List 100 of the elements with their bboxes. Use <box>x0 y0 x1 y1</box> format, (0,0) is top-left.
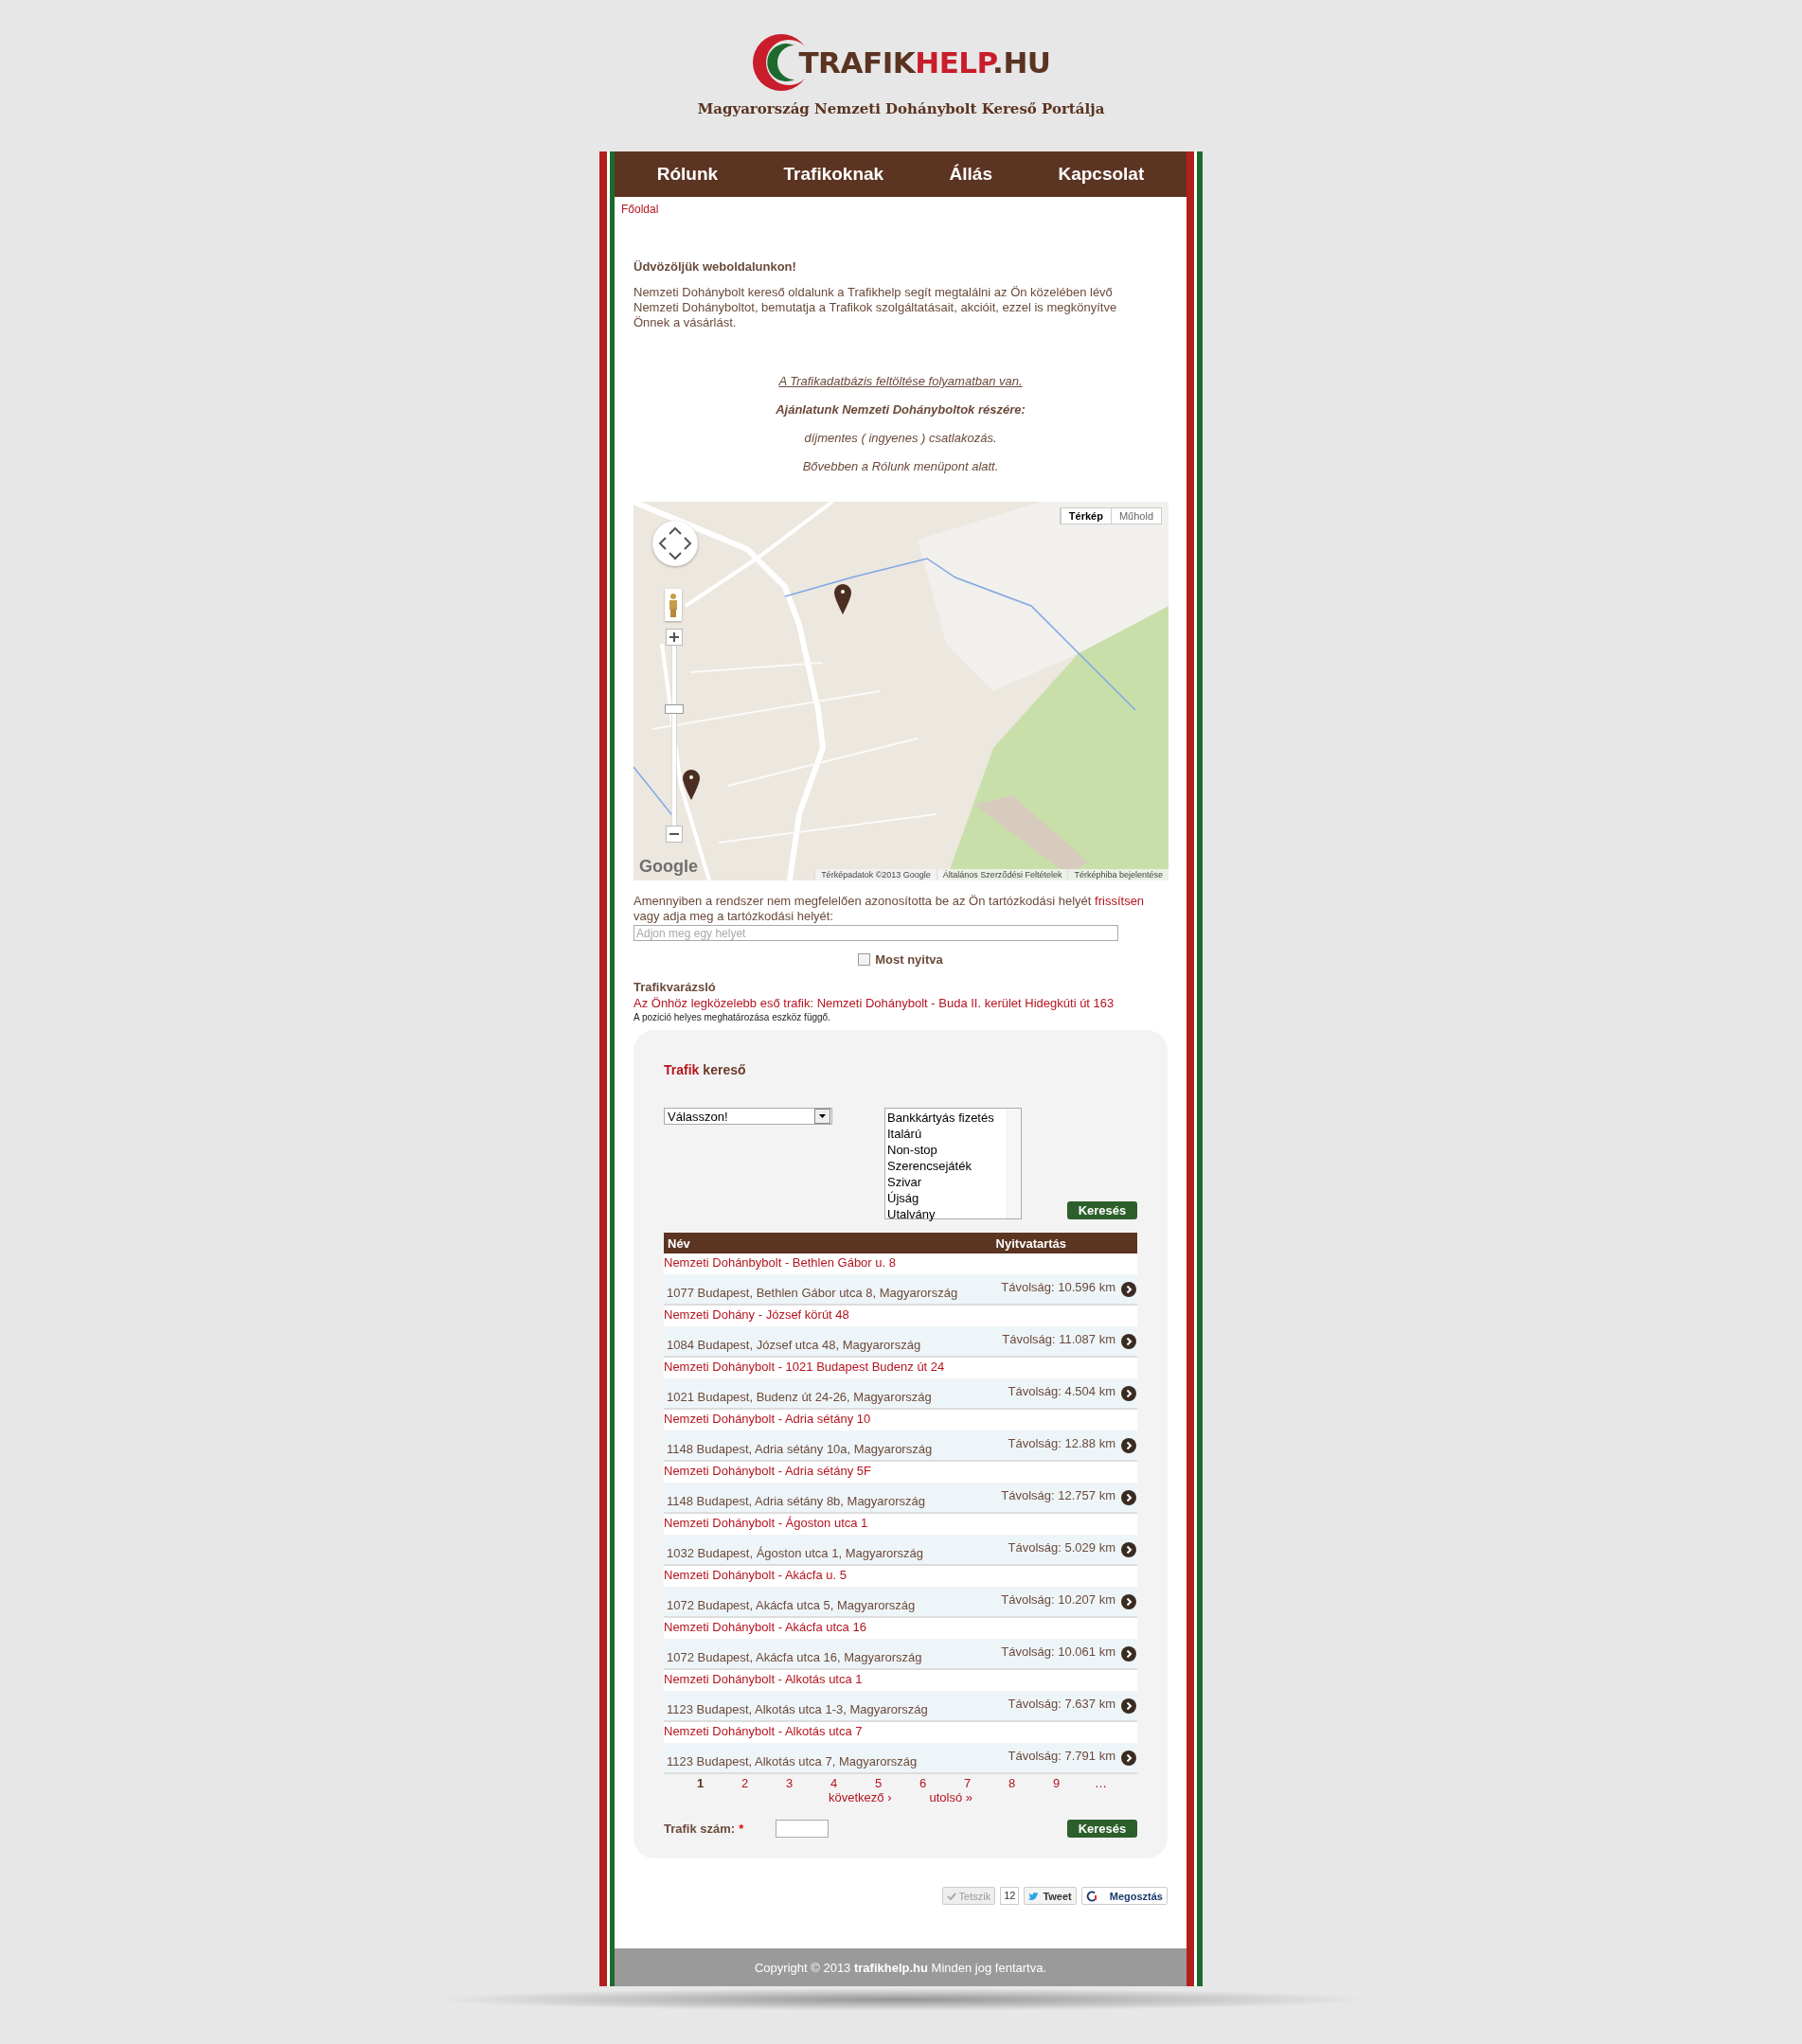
chevron-right-icon[interactable] <box>1121 1750 1136 1766</box>
shop-name-link[interactable]: Nemzeti Dohánybolt - Adria sétány 5F <box>664 1462 1137 1483</box>
listbox-option[interactable]: Újság <box>887 1190 1005 1206</box>
page-link[interactable]: … <box>1079 1776 1123 1790</box>
page-link[interactable]: 9 <box>1034 1776 1079 1790</box>
logo-text: TRAFIKHELP.HU <box>798 45 1051 80</box>
chevron-right-icon[interactable] <box>1121 1333 1136 1349</box>
shop-number-input[interactable] <box>776 1820 830 1838</box>
tagline: Magyarország Nemzeti Dohánybolt Kereső Portálja <box>697 100 1105 117</box>
chevron-right-icon[interactable] <box>1121 1437 1136 1453</box>
search-title: kereső <box>703 1062 746 1077</box>
offer-heading: Ajánlatunk Nemzeti Dohányboltok részére: <box>776 402 1026 417</box>
map-attribution-link[interactable]: Térképhiba bejelentése <box>1067 869 1169 880</box>
checkbox[interactable] <box>858 953 871 966</box>
wizard-note: A pozició helyes meghatározása eszköz függő. <box>633 1012 831 1022</box>
like-count: 12 <box>1000 1887 1020 1905</box>
nav-link[interactable]: Kapcsolat <box>1058 164 1145 185</box>
column-header: Név <box>667 1235 691 1251</box>
shop-distance: Távolság: 10.061 km <box>1001 1644 1115 1661</box>
tweet-button[interactable]: Tweet <box>1024 1887 1077 1905</box>
nav-link[interactable]: Rólunk <box>656 164 719 185</box>
zoom-out-button[interactable] <box>666 826 683 843</box>
page-link[interactable]: 4 <box>812 1776 856 1790</box>
plus-icon <box>669 632 679 642</box>
shop-distance: Távolság: 7.791 km <box>1008 1749 1115 1765</box>
shop-address: 1084 Budapest, József utca 48, Magyarország <box>666 1337 922 1352</box>
notice-link[interactable]: A Trafikadatbázis feltöltése folyamatban van. <box>778 374 1023 388</box>
listbox-option[interactable]: Szerencsejáték <box>887 1158 1005 1174</box>
shop-address: 1072 Budapest, Akácfa utca 16, Magyarország <box>666 1649 923 1664</box>
refresh-link[interactable]: frissítsen <box>1095 894 1145 908</box>
search-title-accent: Trafik <box>664 1062 700 1077</box>
street-view-control[interactable] <box>665 589 682 621</box>
map-attribution-link[interactable]: Térképadatok ©2013 Google <box>814 869 937 880</box>
listbox-option[interactable]: Bankkártyás fizetés <box>887 1110 1005 1126</box>
map-marker-icon[interactable] <box>683 770 700 800</box>
page-link[interactable]: 3 <box>767 1776 812 1790</box>
shop-distance: Távolság: 7.637 km <box>1008 1697 1115 1713</box>
chevron-right-icon[interactable] <box>1121 1593 1136 1609</box>
share-button[interactable]: Megosztás <box>1080 1887 1168 1905</box>
shop-name-link[interactable]: Nemzeti Dohánybolt - Alkotás utca 7 <box>664 1722 1137 1743</box>
notice-text: díjmentes ( ingyenes ) csatlakozás. <box>804 431 997 445</box>
chevron-right-icon[interactable] <box>1121 1385 1136 1401</box>
caret-icon <box>819 1114 826 1118</box>
next-page-link[interactable]: következő › <box>829 1790 892 1804</box>
map-provider-logo: Google <box>639 857 698 877</box>
wizard-title: Trafikvarázsló <box>633 980 717 994</box>
pan-control[interactable] <box>652 521 698 566</box>
shop-name-link[interactable]: Nemzeti Dohány - József körút 48 <box>664 1306 1137 1326</box>
column-header: Nyitvatartás <box>994 1235 1068 1251</box>
shop-name-link[interactable]: Nemzeti Dohánybolt - Akácfa utca 16 <box>664 1618 1137 1639</box>
checkbox-label: Most nyitva <box>875 952 943 967</box>
shop-address: 1032 Budapest, Ágoston utca 1, Magyarország <box>666 1545 924 1560</box>
map-attribution-link[interactable]: Általános Szerződési Feltételek <box>936 869 1068 880</box>
nav-link[interactable]: Állás <box>949 164 992 185</box>
chevron-right-icon[interactable] <box>1121 1281 1136 1297</box>
page-link[interactable]: 5 <box>856 1776 901 1790</box>
map-marker-icon[interactable] <box>834 584 851 614</box>
copyright-text: Copyright © 2013 trafikhelp.hu Minden jog fentartva. <box>755 1960 1046 1975</box>
location-input[interactable]: Adjon meg egy helyet <box>633 925 1118 941</box>
shop-address: 1148 Budapest, Adria sétány 10a, Magyarország <box>666 1441 934 1456</box>
breadcrumb-link[interactable]: Főoldal <box>621 203 1168 216</box>
map-view[interactable]: Térkép Műhold Google Térképadatok ©2013 Google Általános Szerződési Feltételek Térképhiba bejelentése <box>633 502 1169 880</box>
search-button[interactable]: Keresés <box>1067 1201 1137 1219</box>
search-button[interactable]: Keresés <box>1067 1820 1137 1838</box>
chevron-right-icon[interactable] <box>1121 1645 1136 1662</box>
shop-distance: Távolság: 11.087 km <box>1002 1332 1115 1348</box>
last-page-link[interactable]: utolsó » <box>929 1790 972 1804</box>
shop-address: 1123 Budapest, Alkotás utca 1-3, Magyarország <box>666 1701 929 1716</box>
shop-name-link[interactable]: Nemzeti Dohánybolt - Ágoston utca 1 <box>664 1514 1137 1535</box>
page-link[interactable]: 7 <box>945 1776 990 1790</box>
page-link[interactable]: 1 <box>678 1776 723 1790</box>
shop-name-link[interactable]: Nemzeti Dohánybolt - 1021 Budapest Budenz út 24 <box>664 1358 1137 1378</box>
listbox-option[interactable]: Italárú <box>887 1126 1005 1142</box>
chevron-right-icon[interactable] <box>1121 1489 1136 1505</box>
shop-address: 1021 Budapest, Budenz út 24-26, Magyarország <box>666 1389 933 1404</box>
nearest-shop-link[interactable]: Az Önhöz legközelebb eső trafik: Nemzeti Dohánybolt - Buda II. kerület Hidegkúti út 163 <box>633 996 1168 1010</box>
shop-distance: Távolság: 10.207 km <box>1001 1592 1115 1609</box>
shop-name-link[interactable]: Nemzeti Dohánbybolt - Bethlen Gábor u. 8 <box>664 1253 1137 1274</box>
welcome-heading: Üdvözöljük weboldalunkon! <box>633 259 797 274</box>
chevron-right-icon[interactable] <box>1121 1541 1136 1557</box>
chevron-right-icon[interactable] <box>1121 1697 1136 1714</box>
shop-distance: Távolság: 12.88 km <box>1008 1436 1115 1452</box>
services-listbox[interactable]: Bankkártyás fizetés Italárú Non-stop Szerencsejáték Szivar Újság Utalvány <box>884 1108 1022 1219</box>
shop-name-link[interactable]: Nemzeti Dohánybolt - Alkotás utca 1 <box>664 1670 1137 1691</box>
page-link[interactable]: 8 <box>990 1776 1034 1790</box>
scrollbar[interactable] <box>1007 1109 1021 1218</box>
listbox-option[interactable]: Utalvány <box>887 1206 1005 1222</box>
page-link[interactable]: 6 <box>901 1776 945 1790</box>
welcome-text: Nemzeti Dohánybolt kereső oldalunk a Trafikhelp segít megtalálni az Ön közelében lévő Nemzeti Dohányboltot, bemutatja a Trafikok szolgáltatásait, akcióit, ezzel is megkönyítve Önnek a vásárlást. <box>633 285 1118 330</box>
shop-name-link[interactable]: Nemzeti Dohánybolt - Adria sétány 10 <box>664 1410 1137 1431</box>
listbox-option[interactable]: Non-stop <box>887 1142 1005 1158</box>
shop-name-link[interactable]: Nemzeti Dohánybolt - Akácfa u. 5 <box>664 1566 1137 1587</box>
nav-link[interactable]: Trafikoknak <box>783 164 884 185</box>
page-link[interactable]: 2 <box>723 1776 767 1790</box>
listbox-option[interactable]: Szivar <box>887 1174 1005 1190</box>
person-icon <box>669 593 678 617</box>
zoom-in-button[interactable] <box>666 629 683 646</box>
shop-distance: Távolság: 10.596 km <box>1001 1280 1115 1296</box>
category-select[interactable]: Válasszon! <box>664 1108 832 1125</box>
slider-thumb[interactable] <box>665 703 684 714</box>
